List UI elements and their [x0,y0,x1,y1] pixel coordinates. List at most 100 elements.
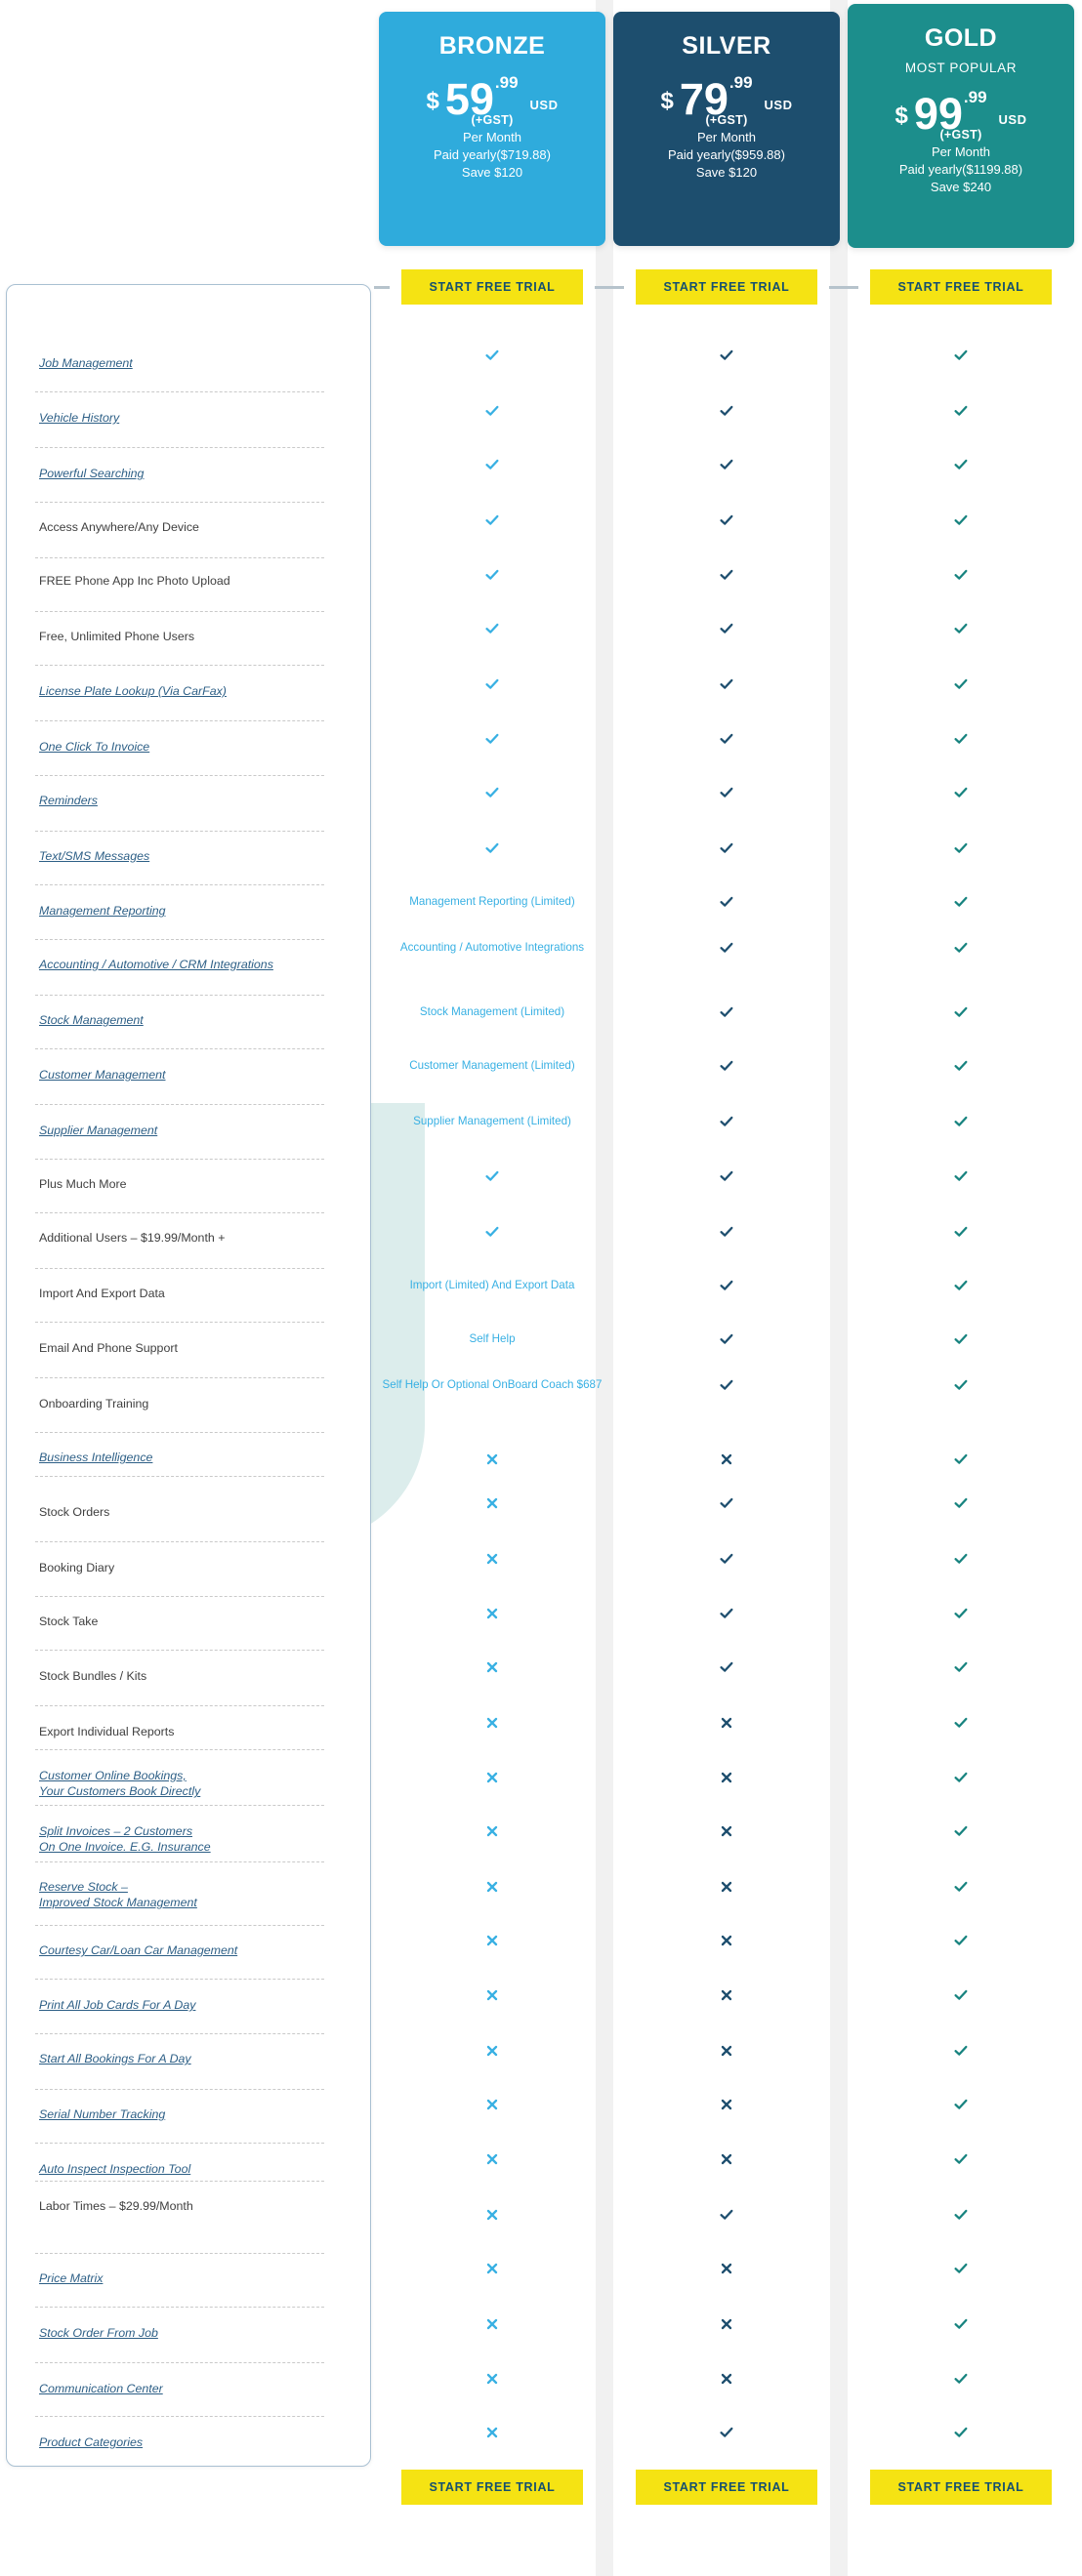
check-icon [720,1379,733,1390]
row-divider [35,2143,324,2144]
feature-label: Labor Times – $29.99/Month [39,2198,332,2214]
feature-label[interactable]: Powerful Searching [39,466,332,481]
feature-label[interactable]: License Plate Lookup (Via CarFax) [39,683,332,699]
feature-value-bronze [379,512,605,528]
feature-value-gold [848,1168,1074,1184]
feature-value-silver [613,2371,840,2386]
feature-value-bronze: Customer Management (Limited) [409,1059,575,1072]
start-free-trial-button-silver-bottom[interactable]: START FREE TRIAL [636,2470,817,2505]
feature-label: Stock Orders [39,1504,332,1520]
feature-label[interactable]: Price Matrix [39,2270,332,2286]
feature-label[interactable]: Courtesy Car/Loan Car Management [39,1942,332,1958]
feature-label-line: Customer Management [39,1068,166,1082]
feature-label[interactable]: Text/SMS Messages [39,848,332,864]
feature-value-gold [848,621,1074,636]
plan-period-gold: Per Month [932,143,990,159]
check-icon [954,1825,968,1836]
feature-label-line: Stock Order From Job [39,2326,158,2340]
plan-card-bronze[interactable]: BRONZE $ 59 .99 USD (+GST) Per Month Pai… [379,12,605,246]
start-free-trial-button-gold-bottom[interactable]: START FREE TRIAL [870,2470,1052,2505]
feature-label-line: Accounting / Automotive / CRM Integratio… [39,958,273,971]
row-divider [35,1048,324,1049]
feature-label[interactable]: Stock Order From Job [39,2325,332,2341]
price-currency-silver: $ [660,87,674,114]
row-divider [35,447,324,448]
price-currency-code-silver: USD [764,97,793,112]
start-free-trial-button-bronze-bottom[interactable]: START FREE TRIAL [401,2470,583,2505]
feature-label-line: Business Intelligence [39,1451,153,1464]
row-divider [35,1541,324,1542]
feature-value-bronze [379,2151,605,2166]
feature-label[interactable]: Communication Center [39,2381,332,2396]
plan-card-gold[interactable]: GOLD MOST POPULAR $ 99 .99 USD (+GST) Pe… [848,4,1074,248]
price-amount-silver: 79 [679,73,728,124]
row-divider [35,557,324,558]
feature-label[interactable]: Accounting / Automotive / CRM Integratio… [39,957,332,972]
feature-value-gold [848,567,1074,583]
feature-value-gold [848,2261,1074,2276]
feature-label: Free, Unlimited Phone Users [39,629,332,644]
feature-label[interactable]: Vehicle History [39,410,332,426]
check-icon [954,2209,968,2220]
check-icon [485,623,499,634]
feature-label-line: Vehicle History [39,411,120,425]
feature-label[interactable]: Management Reporting [39,903,332,919]
feature-label[interactable]: Serial Number Tracking [39,2106,332,2122]
price-currency-code-bronze: USD [529,97,559,112]
feature-label[interactable]: Auto Inspect Inspection Tool [39,2161,332,2177]
plan-period-silver: Per Month [697,129,756,144]
plan-card-silver[interactable]: SILVER $ 79 .99 USD (+GST) Per Month Pai… [613,12,840,246]
feature-value-gold [848,1331,1074,1347]
feature-label[interactable]: Start All Bookings For A Day [39,2051,332,2066]
feature-label-line: Start All Bookings For A Day [39,2052,191,2065]
check-icon [485,569,499,580]
feature-value-silver [613,894,840,910]
cross-icon [721,2263,732,2274]
check-icon [954,1772,968,1782]
feature-value-silver [613,2316,840,2331]
feature-label[interactable]: Customer Online Bookings, Your Customers … [39,1768,332,1800]
check-icon [954,2099,968,2109]
feature-label-line: Management Reporting [39,904,166,918]
feature-label[interactable]: Stock Management [39,1012,332,1028]
check-icon [720,1608,733,1618]
feature-label: Email And Phone Support [39,1340,332,1356]
feature-value-bronze [379,403,605,419]
check-icon [954,1060,968,1071]
feature-label-line: On One Invoice. E.G. Insurance [39,1840,211,1855]
start-free-trial-button-gold-top[interactable]: START FREE TRIAL [870,269,1052,305]
check-icon [954,1497,968,1508]
feature-label[interactable]: Customer Management [39,1067,332,1083]
cross-icon [721,1881,732,1893]
check-icon [485,459,499,470]
cross-icon [486,2318,498,2330]
feature-label-line: Split Invoices – 2 Customers [39,1824,193,1838]
feature-label[interactable]: Job Management [39,355,332,371]
start-free-trial-button-silver-top[interactable]: START FREE TRIAL [636,269,817,305]
check-icon [954,569,968,580]
check-icon [485,514,499,525]
feature-value-bronze: Import (Limited) And Export Data [409,1279,575,1291]
feature-label[interactable]: Business Intelligence [39,1450,332,1465]
feature-label[interactable]: Split Invoices – 2 Customers On One Invoi… [39,1823,332,1856]
feature-label[interactable]: Reserve Stock – Improved Stock Management [39,1879,332,1911]
check-icon [720,1170,733,1181]
cross-icon [721,1825,732,1837]
row-divider [35,1805,324,1806]
check-icon [720,623,733,634]
check-icon [720,349,733,360]
feature-value-silver [613,512,840,528]
plan-period-bronze: Per Month [463,129,521,144]
feature-label[interactable]: Reminders [39,793,332,808]
start-free-trial-button-bronze-top[interactable]: START FREE TRIAL [401,269,583,305]
feature-value-bronze: Self Help Or Optional OnBoard Coach $687 [382,1378,603,1391]
feature-value-gold [848,2207,1074,2223]
feature-label[interactable]: Supplier Management [39,1123,332,1138]
feature-value-gold [848,1659,1074,1675]
row-divider [35,1925,324,1926]
feature-label[interactable]: Print All Job Cards For A Day [39,1997,332,2013]
check-icon [720,1497,733,1508]
feature-label[interactable]: One Click To Invoice [39,739,332,755]
check-icon [954,623,968,634]
feature-label[interactable]: Product Categories [39,2434,332,2450]
